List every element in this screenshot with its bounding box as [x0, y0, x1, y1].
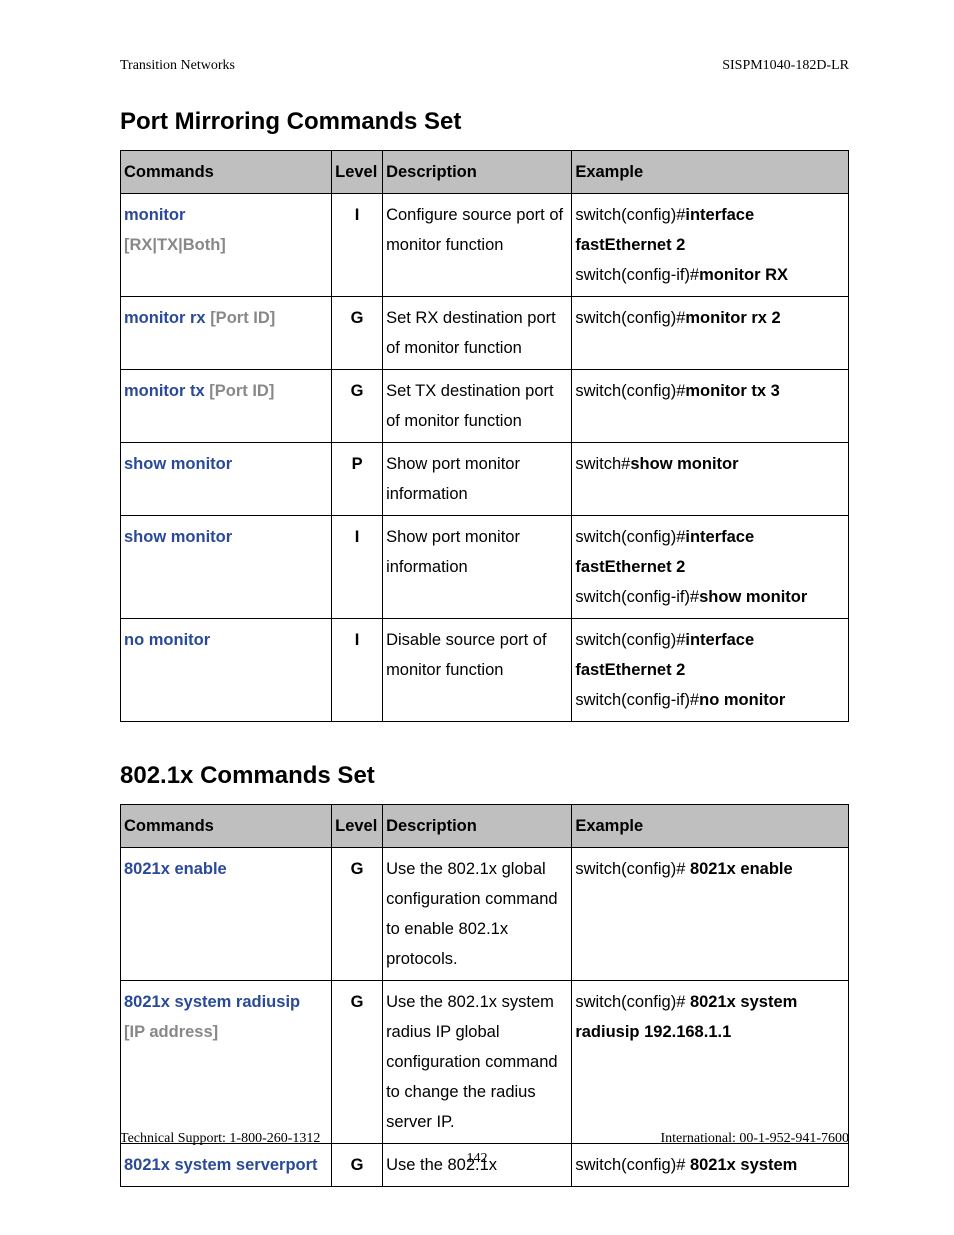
column-header: Example — [572, 805, 849, 848]
commands-table: CommandsLevelDescriptionExample8021x ena… — [120, 804, 849, 1187]
description-cell: Disable source port of monitor function — [383, 619, 572, 722]
description-cell: Show port monitor information — [383, 443, 572, 516]
page-footer: Technical Support: 1-800-260-1312 Intern… — [120, 1131, 849, 1147]
command-cell: show monitor — [121, 516, 332, 619]
command-cell: monitor rx [Port ID] — [121, 297, 332, 370]
column-header: Commands — [121, 805, 332, 848]
description-cell: Configure source port of monitor functio… — [383, 194, 572, 297]
section-title: Port Mirroring Commands Set — [120, 108, 849, 136]
command-cell: 8021x enable — [121, 848, 332, 981]
level-cell: I — [332, 516, 383, 619]
document-page: Transition Networks SISPM1040-182D-LR Po… — [0, 0, 954, 1235]
example-cell: switch(config)#monitor rx 2 — [572, 297, 849, 370]
example-cell: switch(config)# 8021x system radiusip 19… — [572, 981, 849, 1144]
table-row: no monitorIDisable source port of monito… — [121, 619, 849, 722]
column-header: Commands — [121, 151, 332, 194]
footer-left: Technical Support: 1-800-260-1312 — [120, 1131, 320, 1147]
section-title: 802.1x Commands Set — [120, 762, 849, 790]
column-header: Description — [383, 151, 572, 194]
example-cell: switch(config)#interface fastEthernet 2s… — [572, 619, 849, 722]
description-cell: Set TX destination port of monitor funct… — [383, 370, 572, 443]
level-cell: G — [332, 297, 383, 370]
level-cell: G — [332, 981, 383, 1144]
column-header: Level — [332, 805, 383, 848]
column-header: Example — [572, 151, 849, 194]
column-header: Level — [332, 151, 383, 194]
footer-right: International: 00-1-952-941-7600 — [660, 1131, 849, 1147]
table-row: 8021x system radiusip[IP address]GUse th… — [121, 981, 849, 1144]
header-right: SISPM1040-182D-LR — [722, 58, 849, 74]
example-cell: switch(config)#interface fastEthernet 2s… — [572, 194, 849, 297]
table-row: monitor rx [Port ID]GSet RX destination … — [121, 297, 849, 370]
description-cell: Set RX destination port of monitor funct… — [383, 297, 572, 370]
command-cell: show monitor — [121, 443, 332, 516]
table-row: monitor[RX|TX|Both]IConfigure source por… — [121, 194, 849, 297]
command-cell: monitor tx [Port ID] — [121, 370, 332, 443]
description-cell: Use the 802.1x global configuration comm… — [383, 848, 572, 981]
table-row: monitor tx [Port ID]GSet TX destination … — [121, 370, 849, 443]
example-cell: switch(config)#monitor tx 3 — [572, 370, 849, 443]
header-left: Transition Networks — [120, 58, 235, 74]
level-cell: G — [332, 848, 383, 981]
level-cell: G — [332, 370, 383, 443]
description-cell: Show port monitor information — [383, 516, 572, 619]
example-cell: switch(config)#interface fastEthernet 2s… — [572, 516, 849, 619]
page-header: Transition Networks SISPM1040-182D-LR — [120, 58, 849, 74]
level-cell: P — [332, 443, 383, 516]
command-cell: monitor[RX|TX|Both] — [121, 194, 332, 297]
command-cell: 8021x system radiusip[IP address] — [121, 981, 332, 1144]
description-cell: Use the 802.1x system radius IP global c… — [383, 981, 572, 1144]
page-number: 142 — [0, 1151, 954, 1167]
table-row: show monitorPShow port monitor informati… — [121, 443, 849, 516]
column-header: Description — [383, 805, 572, 848]
commands-table: CommandsLevelDescriptionExamplemonitor[R… — [120, 150, 849, 722]
level-cell: I — [332, 619, 383, 722]
command-cell: no monitor — [121, 619, 332, 722]
table-row: show monitorIShow port monitor informati… — [121, 516, 849, 619]
example-cell: switch(config)# 8021x enable — [572, 848, 849, 981]
level-cell: I — [332, 194, 383, 297]
example-cell: switch#show monitor — [572, 443, 849, 516]
table-row: 8021x enableGUse the 802.1x global confi… — [121, 848, 849, 981]
